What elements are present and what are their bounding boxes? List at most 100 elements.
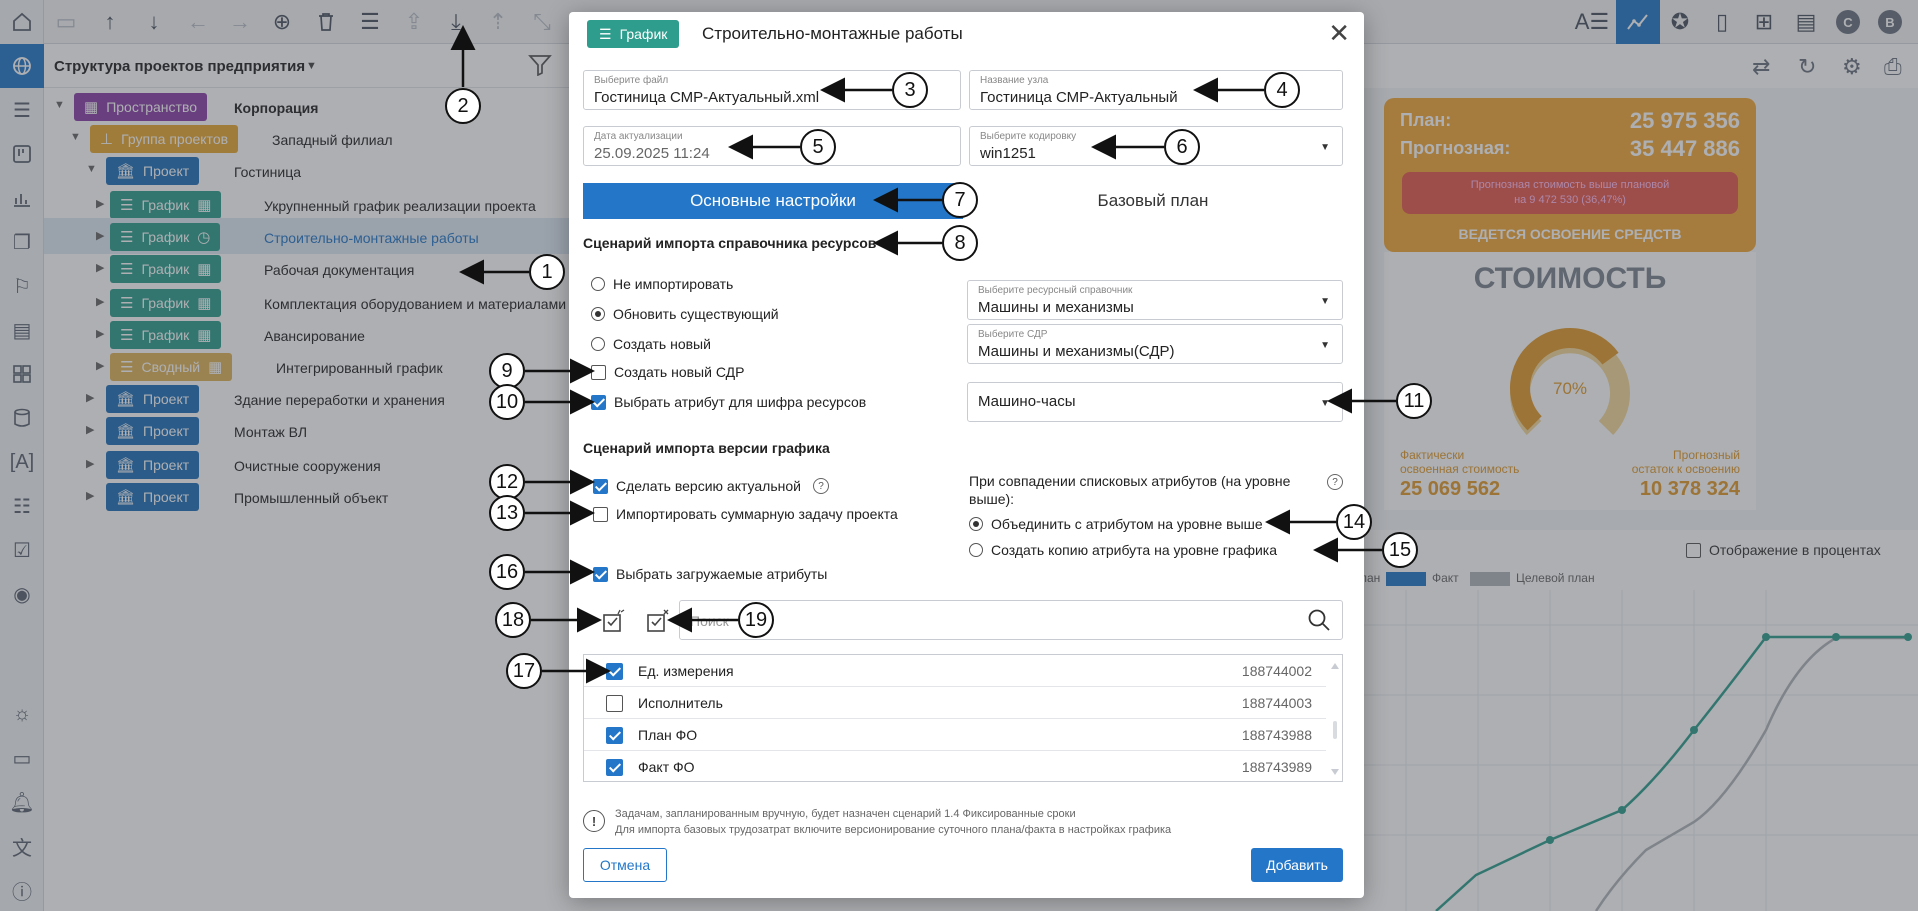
radio[interactable] xyxy=(969,517,983,531)
sdr-value: Машины и механизмы(СДР) xyxy=(978,343,1175,360)
list-item[interactable]: План ФО 188743988 xyxy=(584,719,1326,751)
match-attributes-text: При совпадении списковых атрибутов (на у… xyxy=(969,473,1291,507)
search-input[interactable] xyxy=(690,611,1290,631)
callout-marker: 8 xyxy=(942,225,978,261)
search-field xyxy=(679,600,1343,640)
callout-marker: 13 xyxy=(489,495,525,531)
radio-label: Создать новый xyxy=(613,336,711,352)
chevron-down-icon[interactable]: ▼ xyxy=(1320,398,1330,409)
resource-import-heading: Сценарий импорта справочника ресурсов xyxy=(583,235,877,251)
attribute-list: Ед. измерения 188744002 Исполнитель 1887… xyxy=(583,654,1343,782)
radio[interactable] xyxy=(591,307,605,321)
file-field-label: Выберите файл xyxy=(594,75,669,86)
close-icon[interactable]: ✕ xyxy=(1328,18,1350,49)
checkbox[interactable] xyxy=(593,566,608,582)
attribute-name: План ФО xyxy=(638,727,698,743)
callout-marker: 1 xyxy=(529,254,565,290)
resource-dict-value: Машины и механизмы xyxy=(978,299,1134,316)
callout-marker: 5 xyxy=(800,129,836,165)
checkbox-label: Создать новый СДР xyxy=(614,364,745,380)
import-dialog: ☰ График Строительно-монтажные работы ✕ В… xyxy=(569,12,1364,898)
dialog-title: Строительно-монтажные работы xyxy=(702,24,963,43)
chevron-down-icon[interactable]: ▼ xyxy=(1320,142,1330,153)
help-icon[interactable]: ? xyxy=(812,478,829,494)
checkbox[interactable] xyxy=(606,695,623,712)
callout-marker: 3 xyxy=(892,72,928,108)
choose-loaded-option[interactable]: Выбрать загружаемые атрибуты xyxy=(593,566,827,582)
checkbox-label: Импортировать суммарную задачу проекта xyxy=(616,506,898,522)
checkbox-label: Выбрать атрибут для шифра ресурсов xyxy=(614,394,867,410)
checkbox[interactable] xyxy=(606,727,623,744)
checkbox[interactable] xyxy=(593,506,608,522)
radio[interactable] xyxy=(591,277,605,291)
graph-badge: ☰ График xyxy=(587,20,680,48)
resource-dict-select[interactable]: Выберите ресурсный справочник Машины и м… xyxy=(967,280,1343,320)
radio[interactable] xyxy=(591,337,605,351)
import-summary-option[interactable]: Импортировать суммарную задачу проекта xyxy=(593,506,898,522)
callout-marker: 6 xyxy=(1164,129,1200,165)
list-item[interactable]: Ед. измерения 188744002 xyxy=(584,655,1326,687)
help-icon[interactable]: ? xyxy=(1327,474,1343,490)
checkbox[interactable] xyxy=(593,478,608,494)
attribute-name: Факт ФО xyxy=(638,759,695,775)
radio-label: Создать копию атрибута на уровне графика xyxy=(991,542,1277,558)
radio-label: Не импортировать xyxy=(613,276,734,292)
copy-option[interactable]: Создать копию атрибута на уровне графика xyxy=(969,542,1277,558)
chevron-down-icon[interactable]: ▼ xyxy=(1320,296,1330,307)
file-field-value: Гостиница СМР-Актуальный.xml xyxy=(594,89,820,106)
note-line: Задачам, запланированным вручную, будет … xyxy=(615,808,1076,820)
badge-label: График xyxy=(619,26,668,42)
radio-label: Обновить существующий xyxy=(613,306,779,322)
attribute-id: 188743989 xyxy=(1241,759,1312,775)
attribute-id: 188744003 xyxy=(1241,695,1312,711)
attribute-select[interactable]: Машино-часы ▼ xyxy=(967,382,1343,422)
cancel-button[interactable]: Отмена xyxy=(583,848,667,882)
res-option-update[interactable]: Обновить существующий xyxy=(591,306,779,322)
make-actual-option[interactable]: Сделать версию актуальной? xyxy=(593,478,829,494)
checkbox[interactable] xyxy=(591,394,606,410)
node-name-value: Гостиница СМР-Актуальный xyxy=(980,89,1178,106)
tab-base-plan[interactable]: Базовый план xyxy=(963,183,1343,219)
callout-marker: 4 xyxy=(1264,72,1300,108)
resource-dict-label: Выберите ресурсный справочник xyxy=(978,285,1133,296)
scrollbar[interactable] xyxy=(1330,661,1340,777)
chevron-down-icon[interactable]: ▼ xyxy=(1320,340,1330,351)
select-all-icon[interactable] xyxy=(601,608,627,637)
version-import-heading: Сценарий импорта версии графика xyxy=(583,440,830,456)
warning-icon: ! xyxy=(583,810,605,832)
callout-marker: 15 xyxy=(1382,532,1418,568)
attribute-value: Машино-часы xyxy=(978,393,1076,410)
res-option-none[interactable]: Не импортировать xyxy=(591,276,733,292)
list-item[interactable]: Факт ФО 188743989 xyxy=(584,751,1326,781)
date-field-label: Дата актуализации xyxy=(594,131,683,142)
note-line: Для импорта базовых трудозатрат включите… xyxy=(615,824,1172,836)
merge-option[interactable]: Объединить с атрибутом на уровне выше xyxy=(969,516,1263,532)
callout-marker: 18 xyxy=(495,602,531,638)
sdr-select[interactable]: Выберите СДР Машины и механизмы(СДР) ▼ xyxy=(967,324,1343,364)
checkbox[interactable] xyxy=(591,364,606,380)
create-sdr-option[interactable]: Создать новый СДР xyxy=(591,364,744,380)
tab-main-settings[interactable]: Основные настройки xyxy=(583,183,963,219)
checkbox-label: Выбрать загружаемые атрибуты xyxy=(616,566,828,582)
checkbox[interactable] xyxy=(606,759,623,776)
attribute-id: 188744002 xyxy=(1241,663,1312,679)
search-icon[interactable] xyxy=(1306,607,1332,636)
radio[interactable] xyxy=(969,543,983,557)
callout-marker: 14 xyxy=(1336,504,1372,540)
checkbox[interactable] xyxy=(606,663,623,680)
attribute-name: Ед. измерения xyxy=(638,663,734,679)
callout-marker: 11 xyxy=(1396,383,1432,419)
callout-marker: 10 xyxy=(489,384,525,420)
res-option-new[interactable]: Создать новый xyxy=(591,336,711,352)
callout-marker: 16 xyxy=(489,554,525,590)
add-button[interactable]: Добавить xyxy=(1251,848,1343,882)
encoding-select[interactable]: Выберите кодировку win1251 ▼ xyxy=(969,126,1343,166)
attribute-name: Исполнитель xyxy=(638,695,723,711)
checkbox-label: Сделать версию актуальной xyxy=(616,478,801,494)
list-item[interactable]: Исполнитель 188744003 xyxy=(584,687,1326,719)
callout-marker: 2 xyxy=(445,88,481,124)
encoding-label: Выберите кодировку xyxy=(980,131,1077,142)
deselect-all-icon[interactable] xyxy=(645,608,671,637)
date-field[interactable]: Дата актуализации 25.09.2025 11:24 xyxy=(583,126,961,166)
choose-attr-option[interactable]: Выбрать атрибут для шифра ресурсов xyxy=(591,394,866,410)
